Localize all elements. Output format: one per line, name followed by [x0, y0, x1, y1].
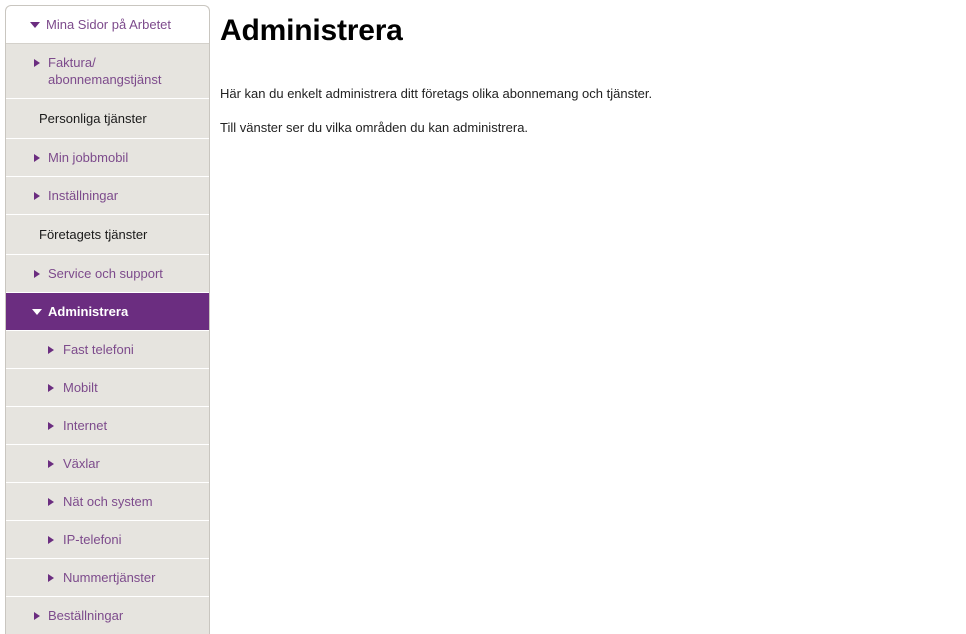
triangle-right-icon — [44, 341, 58, 354]
sidebar-navigation: Mina Sidor på Arbetet Faktura/ abonnemang… — [5, 5, 210, 634]
triangle-right-icon — [44, 569, 58, 582]
page-title: Administrera — [220, 14, 403, 47]
sidebar-item-label: Växlar — [63, 456, 100, 471]
sidebar-item-administrera[interactable]: Administrera — [6, 293, 209, 331]
triangle-right-icon — [44, 379, 58, 392]
sidebar-item-mina-sidor-pa-arbetet[interactable]: Mina Sidor på Arbetet — [6, 6, 209, 44]
sidebar-item-label: Service och support — [48, 266, 163, 281]
sidebar-item-label: Mobilt — [63, 380, 98, 395]
sidebar-item-foretagets-tjanster: Företagets tjänster — [6, 215, 209, 255]
triangle-right-icon — [44, 531, 58, 544]
sidebar-item-label: Personliga tjänster — [39, 111, 147, 126]
sidebar-item-label: Nummertjänster — [63, 570, 156, 585]
sidebar-item-personliga-tjanster: Personliga tjänster — [6, 99, 209, 139]
triangle-down-icon — [28, 16, 42, 28]
page-root: Mina Sidor på Arbetet Faktura/ abonnemang… — [0, 0, 966, 634]
main-content: Administrera Här kan du enkelt administr… — [210, 0, 966, 610]
triangle-right-icon — [44, 417, 58, 430]
intro-paragraph-1: Här kan du enkelt administrera ditt före… — [220, 86, 653, 101]
triangle-down-icon — [30, 303, 44, 315]
sidebar-item-label: Min jobbmobil — [48, 150, 129, 165]
sidebar-item-ip-telefoni[interactable]: IP-telefoni — [6, 521, 209, 559]
sidebar-item-bestallningar[interactable]: Beställningar — [6, 597, 209, 634]
intro-paragraph-2: Till vänster ser du vilka områden du kan… — [220, 120, 529, 135]
sidebar-item-nummertjanster[interactable]: Nummertjänster — [6, 559, 209, 597]
sidebar-item-label: Internet — [63, 418, 108, 433]
sidebar-item-label: Faktura/ abonnemangstjänst — [48, 55, 162, 87]
triangle-right-icon — [30, 265, 44, 278]
sidebar-item-label: Mina Sidor på Arbetet — [46, 17, 172, 32]
sidebar-item-label: IP-telefoni — [63, 532, 122, 547]
sidebar-item-service-och-support[interactable]: Service och support — [6, 255, 209, 293]
sidebar-item-min-jobbmobil[interactable]: Min jobbmobil — [6, 139, 209, 177]
triangle-right-icon — [30, 149, 44, 162]
sidebar-item-label: Nät och system — [63, 494, 153, 509]
sidebar-region: Mina Sidor på Arbetet Faktura/ abonnemang… — [0, 0, 210, 634]
sidebar-item-mobilt[interactable]: Mobilt — [6, 369, 209, 407]
triangle-right-icon — [30, 54, 44, 67]
sidebar-item-installningar[interactable]: Inställningar — [6, 177, 209, 215]
triangle-right-icon — [44, 493, 58, 506]
sidebar-item-faktura-abonnemangstjanst[interactable]: Faktura/ abonnemangstjänst — [6, 44, 209, 99]
sidebar-item-vaxlar[interactable]: Växlar — [6, 445, 209, 483]
sidebar-item-label: Fast telefoni — [63, 342, 134, 357]
triangle-right-icon — [30, 187, 44, 200]
triangle-right-icon — [44, 455, 58, 468]
sidebar-item-nat-och-system[interactable]: Nät och system — [6, 483, 209, 521]
sidebar-item-label: Inställningar — [48, 188, 119, 203]
sidebar-item-label: Administrera — [48, 304, 129, 319]
triangle-right-icon — [30, 607, 44, 620]
sidebar-item-internet[interactable]: Internet — [6, 407, 209, 445]
sidebar-item-fast-telefoni[interactable]: Fast telefoni — [6, 331, 209, 369]
sidebar-item-label: Företagets tjänster — [39, 227, 148, 242]
